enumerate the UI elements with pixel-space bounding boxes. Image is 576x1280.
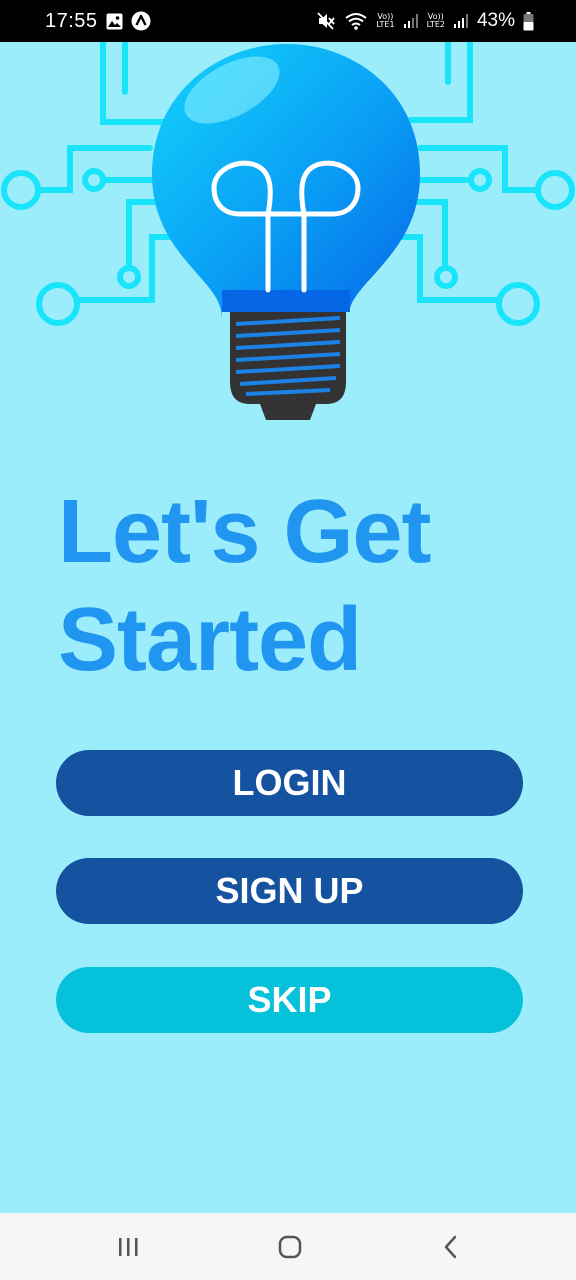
title-line-1: Let's Get [58,482,431,582]
signal-icon [403,13,419,29]
page-title: Let's Get Started [58,478,538,694]
status-right: Vo)) LTE1 Vo)) LTE2 43% [316,10,534,32]
signal-icon [453,13,469,29]
skip-button[interactable]: SKIP [56,967,523,1033]
back-button[interactable] [421,1227,481,1267]
sim1-lte-label: LTE1 [376,20,395,29]
battery-icon [523,11,534,31]
home-icon [278,1235,302,1259]
recent-apps-icon [119,1238,138,1256]
sim2-label: Vo)) LTE2 [427,13,445,29]
login-button[interactable]: LOGIN [56,750,523,816]
status-bar: 17:55 Vo)) LTE1 Vo)) LTE2 43% [0,0,576,42]
sign-up-button[interactable]: SIGN UP [56,858,523,924]
wifi-icon [344,11,368,31]
recent-apps-button[interactable] [98,1227,158,1267]
gallery-icon [106,13,123,30]
title-line-2: Started [58,590,362,690]
home-button[interactable] [260,1227,320,1267]
app-notification-icon [131,11,151,31]
battery-percent: 43% [476,10,515,31]
back-icon [444,1235,457,1259]
hero-illustration [0,39,576,432]
sim2-lte-label: LTE2 [426,20,445,29]
navigation-bar [0,1213,576,1280]
sim1-label: Vo)) LTE1 [376,13,394,29]
lightbulb-circuit-icon [1,39,575,420]
mute-icon [316,11,336,31]
status-left: 17:55 [45,10,151,33]
status-time: 17:55 [45,9,98,32]
